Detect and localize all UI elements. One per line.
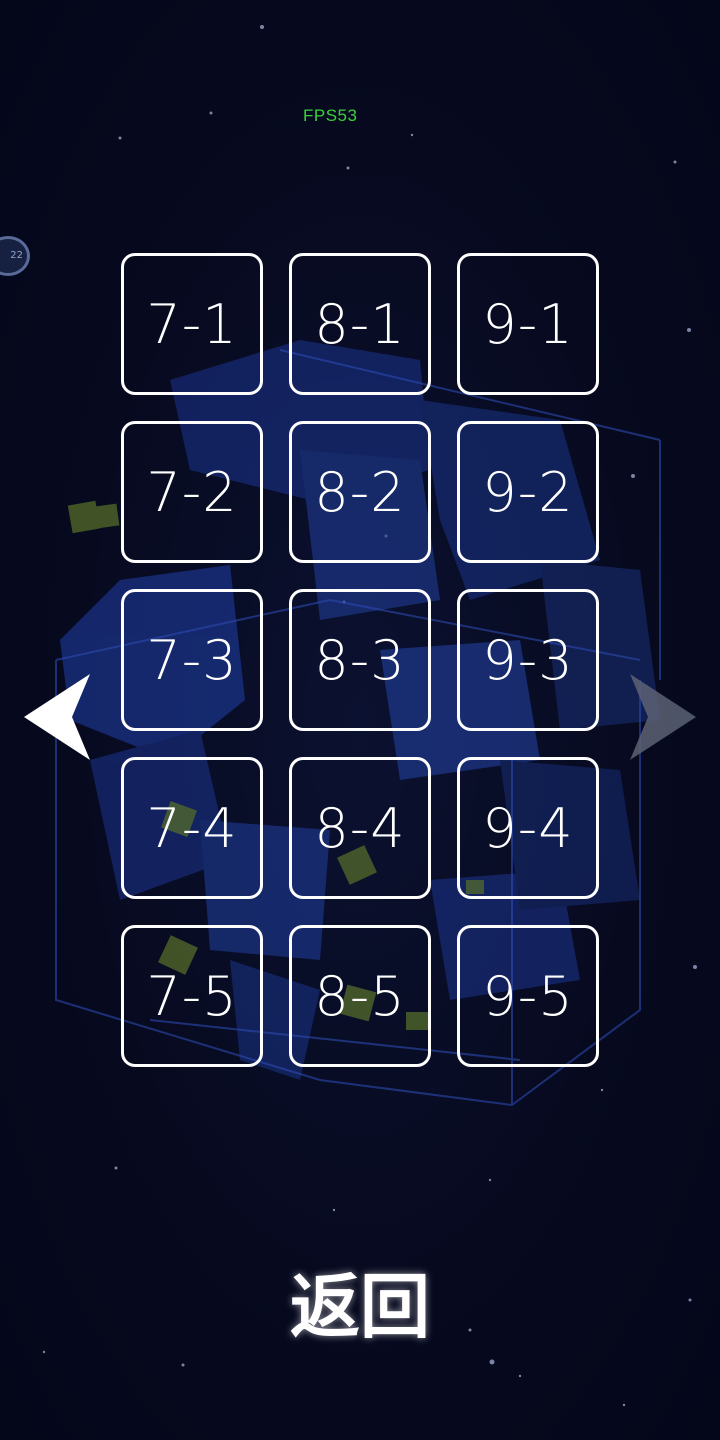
level-button-9-4[interactable]: 9-4 <box>457 757 599 899</box>
level-button-8-3[interactable]: 8-3 <box>289 589 431 731</box>
level-button-7-4[interactable]: 7-4 <box>121 757 263 899</box>
level-button-8-2[interactable]: 8-2 <box>289 421 431 563</box>
level-button-9-5[interactable]: 9-5 <box>457 925 599 1067</box>
level-button-7-3[interactable]: 7-3 <box>121 589 263 731</box>
back-button[interactable]: 返回 <box>260 1256 460 1348</box>
fps-counter: FPS53 <box>303 106 358 125</box>
level-button-8-1[interactable]: 8-1 <box>289 253 431 395</box>
level-select-screen: FPS53 22 7-1 8-1 9-1 7-2 8-2 9-2 7-3 8-3… <box>0 0 720 1440</box>
level-button-9-3[interactable]: 9-3 <box>457 589 599 731</box>
left-arrow-icon[interactable] <box>22 672 92 762</box>
level-button-9-2[interactable]: 9-2 <box>457 421 599 563</box>
level-button-7-2[interactable]: 7-2 <box>121 421 263 563</box>
level-button-8-4[interactable]: 8-4 <box>289 757 431 899</box>
right-arrow-icon[interactable] <box>628 672 698 762</box>
level-grid: 7-1 8-1 9-1 7-2 8-2 9-2 7-3 8-3 9-3 7-4 … <box>121 253 599 1067</box>
level-button-7-5[interactable]: 7-5 <box>121 925 263 1067</box>
level-button-8-5[interactable]: 8-5 <box>289 925 431 1067</box>
level-button-7-1[interactable]: 7-1 <box>121 253 263 395</box>
level-button-9-1[interactable]: 9-1 <box>457 253 599 395</box>
